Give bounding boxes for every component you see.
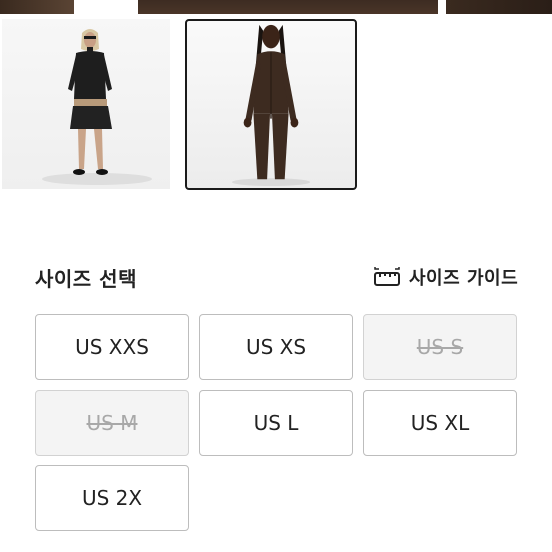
size-option-us-l[interactable]: US L — [199, 390, 353, 456]
size-option-us-2x[interactable]: US 2X — [35, 465, 189, 531]
thumbnail-front-view[interactable] — [185, 19, 357, 190]
size-option-us-m: US M — [35, 390, 189, 456]
size-option-us-xl[interactable]: US XL — [363, 390, 517, 456]
model-front-view-image — [231, 24, 311, 187]
size-guide-label: 사이즈 가이드 — [409, 268, 519, 289]
model-full-outfit-image — [42, 29, 152, 185]
thumbnail-full-outfit[interactable] — [2, 19, 170, 189]
size-option-us-s: US S — [363, 314, 517, 380]
main-image-crop — [0, 0, 552, 14]
size-option-us-xxs[interactable]: US XXS — [35, 314, 189, 380]
size-guide-link[interactable]: 사이즈 가이드 — [373, 264, 518, 290]
size-option-us-xs[interactable]: US XS — [199, 314, 353, 380]
size-select-title: 사이즈 선택 — [35, 267, 137, 291]
product-page: 사이즈 선택 사이즈 가이드 US XXS US XS US S US M US… — [0, 0, 552, 552]
ruler-icon — [373, 267, 401, 287]
